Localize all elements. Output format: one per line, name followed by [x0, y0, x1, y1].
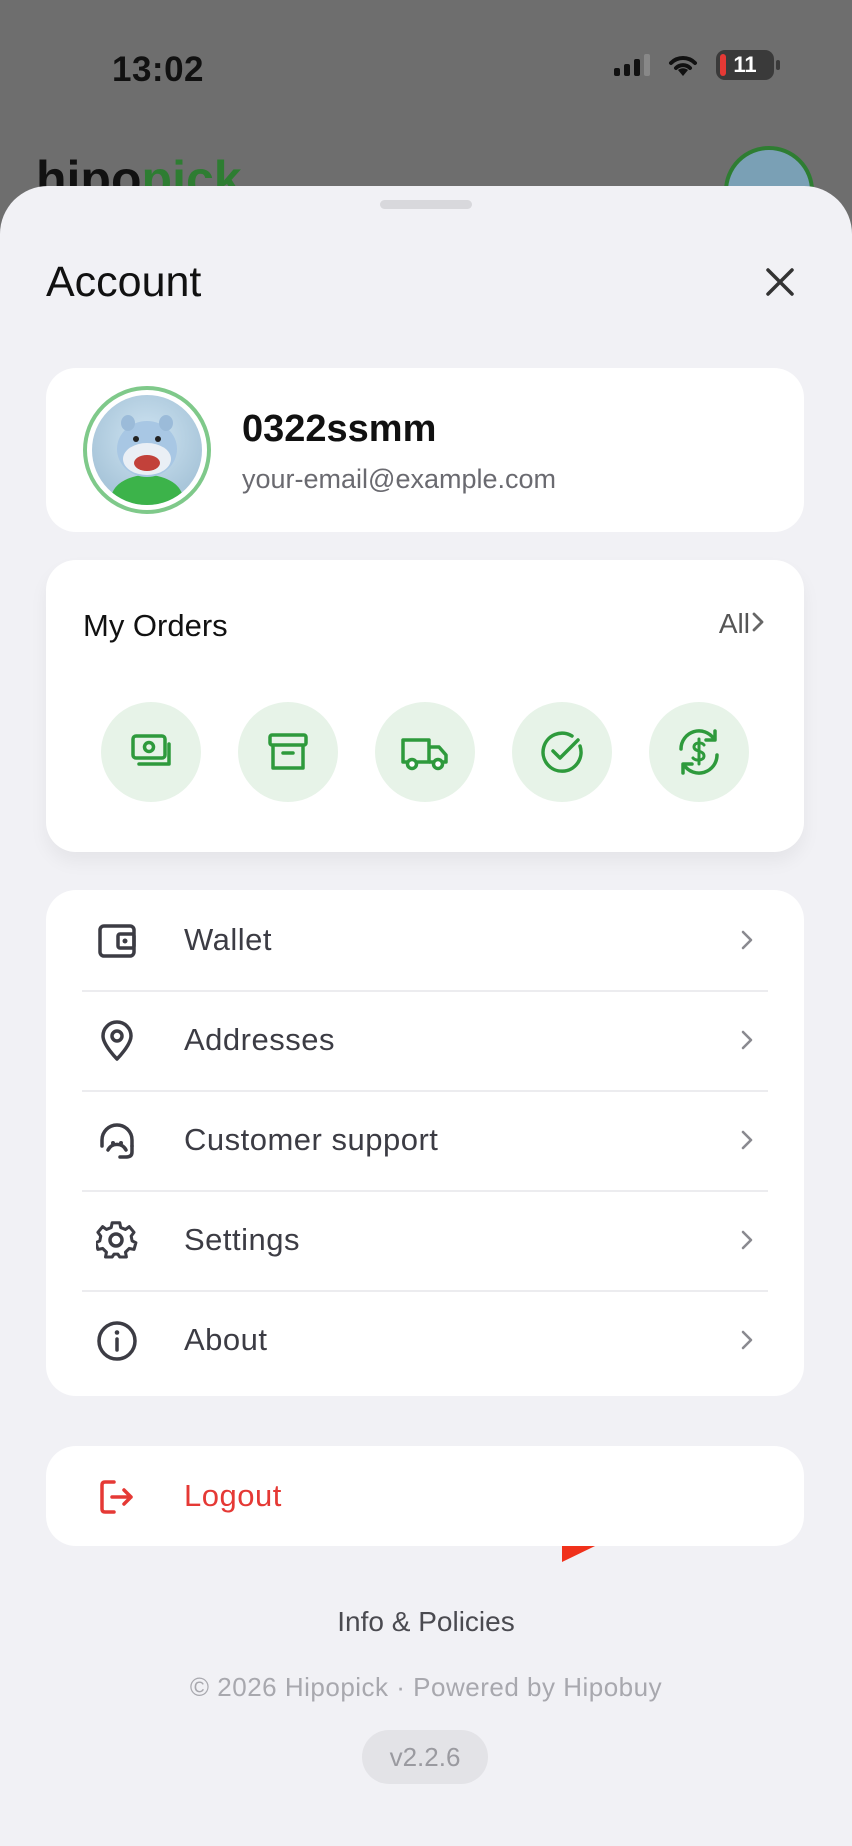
shipping-truck-icon: [401, 738, 448, 771]
avatar[interactable]: [83, 386, 211, 514]
completed-check-icon: [541, 731, 583, 773]
menu-item-customer-support[interactable]: Customer support: [46, 1090, 804, 1190]
my-orders-card: My Orders All: [46, 560, 804, 852]
account-sheet: Account 0322ssmm your-email@example.com: [0, 186, 852, 1846]
menu-item-label: Wallet: [184, 922, 272, 957]
my-orders-title: My Orders: [83, 608, 228, 643]
status-bar: 13:02 11: [0, 0, 852, 140]
profile-username: 0322ssmm: [242, 408, 437, 450]
headset-icon: [100, 1123, 134, 1159]
menu-item-label: Customer support: [184, 1122, 439, 1157]
order-status-refund[interactable]: [649, 702, 749, 802]
status-icons: 11: [614, 50, 780, 80]
packaged-box-icon: [268, 733, 308, 770]
menu-item-about[interactable]: About: [46, 1290, 804, 1390]
pending-payment-icon: [131, 734, 171, 766]
logout-icon: [100, 1480, 133, 1514]
sheet-title: Account: [46, 258, 202, 306]
chevron-right-icon: [741, 1130, 753, 1150]
status-time: 13:02: [112, 50, 205, 89]
chevron-right-icon[interactable]: [746, 610, 770, 634]
chevron-right-icon: [741, 930, 753, 950]
battery-indicator: 11: [716, 50, 780, 80]
sheet-drag-handle[interactable]: [380, 200, 472, 209]
copyright-text: © 2026 Hipopick · Powered by Hipobuy: [189, 1672, 663, 1702]
refund-exchange-icon: [679, 729, 719, 775]
order-status-packaged[interactable]: [238, 702, 338, 802]
logout-button[interactable]: Logout: [46, 1446, 804, 1546]
info-policies-link[interactable]: Info & Policies: [0, 1606, 852, 1638]
menu-item-settings[interactable]: Settings: [46, 1190, 804, 1290]
chevron-right-icon: [741, 1030, 753, 1050]
chevron-right-icon: [741, 1330, 753, 1350]
close-icon[interactable]: [760, 262, 800, 302]
menu-item-wallet[interactable]: Wallet: [46, 890, 804, 990]
menu-item-label: About: [184, 1322, 268, 1357]
account-menu: Wallet Addresses Customer support Settin…: [46, 890, 804, 1396]
version-badge: v2.2.6: [362, 1730, 488, 1784]
order-status-pending-payment[interactable]: [101, 702, 201, 802]
menu-item-label: Addresses: [184, 1022, 335, 1057]
logout-label: Logout: [184, 1478, 282, 1513]
gear-icon: [96, 1221, 138, 1259]
cellular-signal-icon: [614, 54, 650, 76]
info-icon: [97, 1321, 137, 1361]
wifi-icon: [669, 56, 697, 76]
profile-email: your-email@example.com: [242, 464, 557, 494]
order-status-shipping[interactable]: [375, 702, 475, 802]
wallet-icon: [98, 924, 136, 958]
profile-card[interactable]: 0322ssmm your-email@example.com: [46, 368, 804, 532]
menu-item-addresses[interactable]: Addresses: [46, 990, 804, 1090]
chevron-right-icon: [741, 1230, 753, 1250]
hippo-mascot-avatar-image: [92, 395, 202, 505]
menu-item-label: Settings: [184, 1222, 301, 1257]
order-status-completed[interactable]: [512, 702, 612, 802]
location-pin-icon: [101, 1020, 133, 1061]
